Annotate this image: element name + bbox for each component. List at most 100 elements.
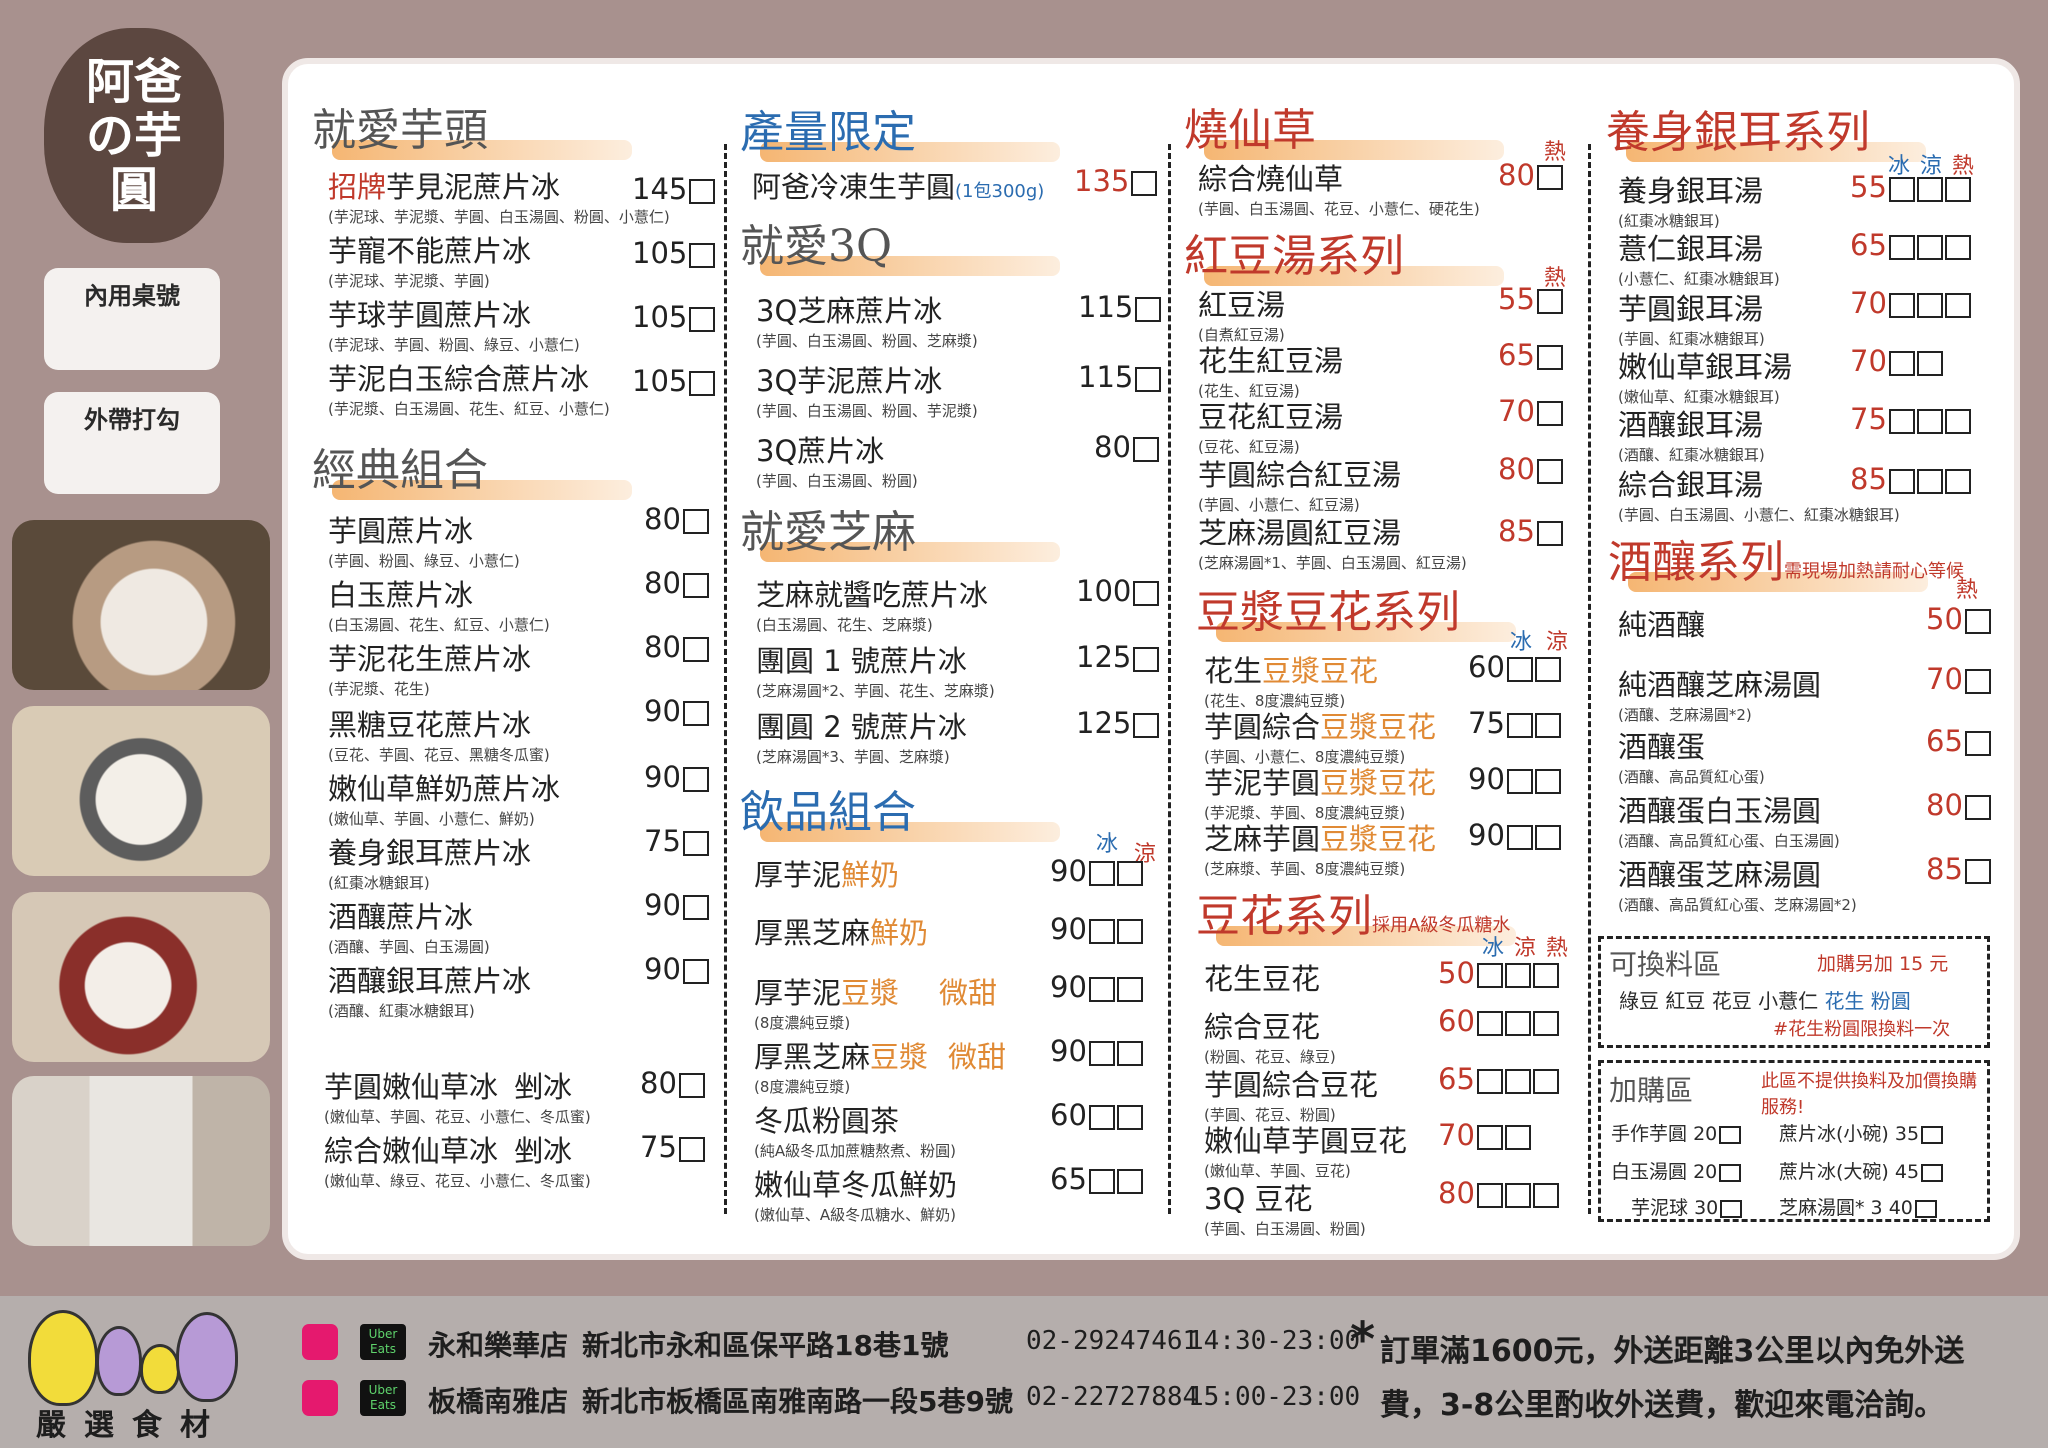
menu-item: 3Q芋泥蔗片冰 (芋圓、白玉湯圓、粉圓、芋泥漿) xyxy=(756,364,978,420)
hot-checkbox[interactable] xyxy=(1536,520,1563,546)
cool-checkbox[interactable] xyxy=(1534,712,1561,738)
cool-checkbox[interactable] xyxy=(1116,918,1143,944)
ice-checkbox[interactable] xyxy=(1088,918,1115,944)
ice-checkbox[interactable] xyxy=(1476,962,1503,988)
cool-checkbox[interactable] xyxy=(1916,234,1943,260)
hot-checkbox[interactable] xyxy=(1964,858,1991,884)
cool-checkbox[interactable] xyxy=(1916,408,1943,434)
order-checkbox[interactable] xyxy=(689,178,716,204)
hot-checkbox[interactable] xyxy=(1944,408,1971,434)
hot-checkbox[interactable] xyxy=(1532,1068,1559,1094)
price: 80 xyxy=(1094,430,1159,464)
store-phone[interactable]: 02-22727884 xyxy=(1026,1382,1198,1412)
order-checkbox[interactable] xyxy=(678,1136,705,1162)
hot-checkbox[interactable] xyxy=(1536,288,1563,314)
order-checkbox[interactable] xyxy=(1132,436,1159,462)
ice-checkbox[interactable] xyxy=(1506,824,1533,850)
hot-checkbox[interactable] xyxy=(1536,400,1563,426)
hot-checkbox[interactable] xyxy=(1536,164,1563,190)
cool-checkbox[interactable] xyxy=(1916,292,1943,318)
order-checkbox[interactable] xyxy=(682,700,709,726)
takeout-box[interactable]: 外帶打勾 xyxy=(44,392,220,494)
table-number-box[interactable]: 內用桌號 xyxy=(44,268,220,370)
order-checkbox[interactable] xyxy=(689,370,716,396)
hot-checkbox[interactable] xyxy=(1964,794,1991,820)
menu-item: 純酒釀 xyxy=(1618,608,1706,642)
column-divider xyxy=(1168,144,1171,1214)
hot-checkbox[interactable] xyxy=(1964,608,1991,634)
order-checkbox[interactable] xyxy=(689,242,716,268)
order-checkbox[interactable] xyxy=(1133,580,1160,606)
addon-checkbox[interactable] xyxy=(1914,1199,1937,1218)
order-checkbox[interactable] xyxy=(682,958,709,984)
cool-checkbox[interactable] xyxy=(1916,176,1943,202)
menu-item: 酒釀蛋白玉湯圓 (酒釀、高品質紅心蛋、白玉湯圓) xyxy=(1618,794,1840,850)
cool-checkbox[interactable] xyxy=(1504,962,1531,988)
order-checkbox[interactable] xyxy=(1131,170,1158,196)
menu-board: 就愛芋頭 招牌芋見泥蔗片冰 (芋泥球、芋泥漿、芋圓、白玉湯圓、粉圓、小薏仁) 芋寵… xyxy=(282,58,2020,1260)
cool-checkbox[interactable] xyxy=(1504,1182,1531,1208)
cool-checkbox[interactable] xyxy=(1534,768,1561,794)
addon-checkbox[interactable] xyxy=(1921,1125,1944,1144)
ice-checkbox[interactable] xyxy=(1888,408,1915,434)
store-phone[interactable]: 02-29247461 xyxy=(1026,1326,1198,1356)
addon-checkbox[interactable] xyxy=(1720,1199,1743,1218)
order-checkbox[interactable] xyxy=(689,306,716,332)
addon-checkbox[interactable] xyxy=(1719,1163,1742,1182)
hot-checkbox[interactable] xyxy=(1944,468,1971,494)
ice-checkbox[interactable] xyxy=(1476,1068,1503,1094)
ice-checkbox[interactable] xyxy=(1888,176,1915,202)
cool-checkbox[interactable] xyxy=(1504,1124,1531,1150)
cool-checkbox[interactable] xyxy=(1916,468,1943,494)
hot-checkbox[interactable] xyxy=(1536,458,1563,484)
order-checkbox[interactable] xyxy=(682,508,709,534)
order-checkbox[interactable] xyxy=(1133,712,1160,738)
ice-checkbox[interactable] xyxy=(1088,860,1115,886)
ice-checkbox[interactable] xyxy=(1888,292,1915,318)
ice-checkbox[interactable] xyxy=(1088,1104,1115,1130)
hot-checkbox[interactable] xyxy=(1964,668,1991,694)
ice-checkbox[interactable] xyxy=(1888,468,1915,494)
ice-checkbox[interactable] xyxy=(1476,1124,1503,1150)
hot-checkbox[interactable] xyxy=(1532,1182,1559,1208)
hot-checkbox[interactable] xyxy=(1944,234,1971,260)
cool-checkbox[interactable] xyxy=(1504,1010,1531,1036)
order-checkbox[interactable] xyxy=(1135,366,1162,392)
order-checkbox[interactable] xyxy=(682,830,709,856)
cool-checkbox[interactable] xyxy=(1116,1040,1143,1066)
ice-checkbox[interactable] xyxy=(1476,1010,1503,1036)
ice-checkbox[interactable] xyxy=(1476,1182,1503,1208)
cool-checkbox[interactable] xyxy=(1534,824,1561,850)
cool-checkbox[interactable] xyxy=(1504,1068,1531,1094)
ice-checkbox[interactable] xyxy=(1088,1040,1115,1066)
hot-checkbox[interactable] xyxy=(1944,176,1971,202)
order-checkbox[interactable] xyxy=(682,572,709,598)
cool-checkbox[interactable] xyxy=(1534,656,1561,682)
order-checkbox[interactable] xyxy=(678,1072,705,1098)
hot-checkbox[interactable] xyxy=(1964,730,1991,756)
hot-checkbox[interactable] xyxy=(1532,1010,1559,1036)
cool-checkbox[interactable] xyxy=(1116,1104,1143,1130)
cool-checkbox[interactable] xyxy=(1116,860,1143,886)
ice-checkbox[interactable] xyxy=(1088,976,1115,1002)
order-checkbox[interactable] xyxy=(682,766,709,792)
hot-checkbox[interactable] xyxy=(1536,344,1563,370)
order-checkbox[interactable] xyxy=(1135,296,1162,322)
hot-checkbox[interactable] xyxy=(1532,962,1559,988)
menu-item: 芝麻就醬吃蔗片冰 (白玉湯圓、花生、芝麻漿) xyxy=(756,578,989,634)
order-checkbox[interactable] xyxy=(1133,646,1160,672)
addon-checkbox[interactable] xyxy=(1719,1125,1742,1144)
hot-checkbox[interactable] xyxy=(1944,292,1971,318)
order-checkbox[interactable] xyxy=(682,636,709,662)
ice-checkbox[interactable] xyxy=(1506,656,1533,682)
ice-checkbox[interactable] xyxy=(1506,712,1533,738)
cool-checkbox[interactable] xyxy=(1116,976,1143,1002)
ice-checkbox[interactable] xyxy=(1888,350,1915,376)
ice-checkbox[interactable] xyxy=(1888,234,1915,260)
order-checkbox[interactable] xyxy=(682,894,709,920)
cool-checkbox[interactable] xyxy=(1116,1168,1143,1194)
addon-checkbox[interactable] xyxy=(1921,1163,1944,1182)
cool-checkbox[interactable] xyxy=(1916,350,1943,376)
ice-checkbox[interactable] xyxy=(1506,768,1533,794)
ice-checkbox[interactable] xyxy=(1088,1168,1115,1194)
